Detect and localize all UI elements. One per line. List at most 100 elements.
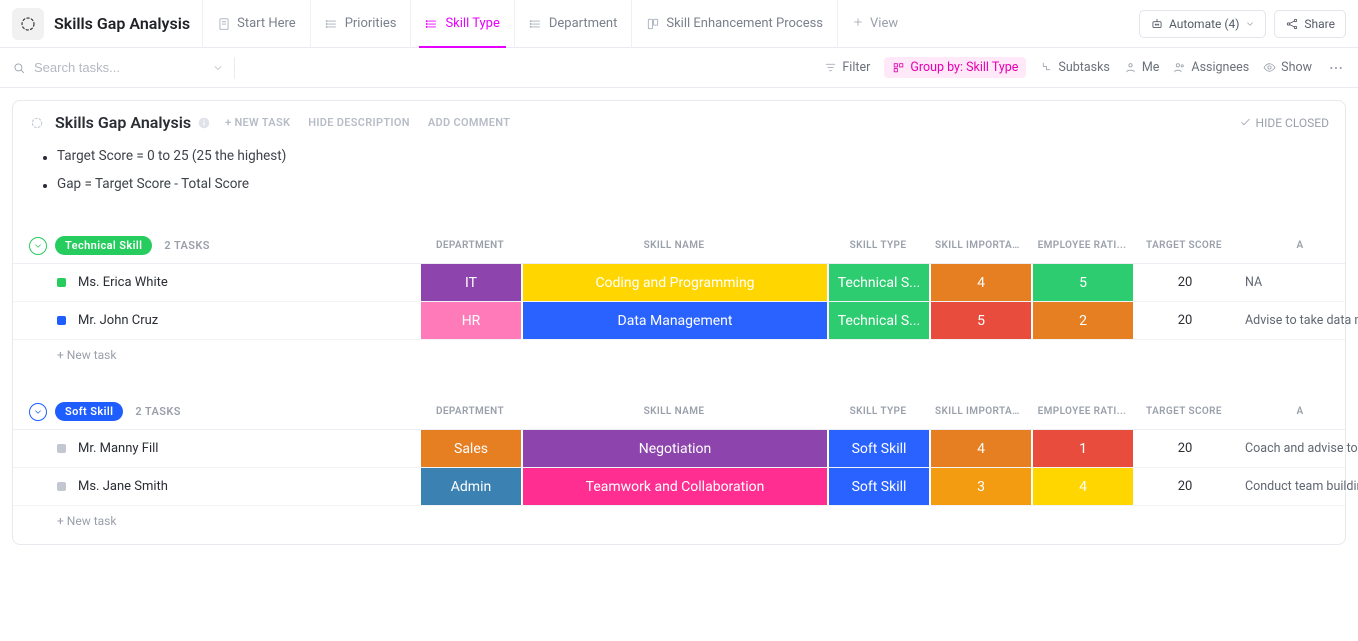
action-cell[interactable]: NA [1235, 264, 1358, 301]
column-header[interactable]: DEPARTMENT [419, 406, 521, 417]
target-score-cell[interactable]: 20 [1133, 468, 1235, 505]
importance-cell[interactable]: 5 [929, 302, 1031, 339]
tab-skill-type[interactable]: Skill Type [410, 0, 513, 48]
task-name-cell[interactable]: Mr. John Cruz [13, 302, 419, 339]
chevron-down-icon[interactable] [212, 62, 224, 74]
task-row[interactable]: Ms. Erica WhiteITCoding and ProgrammingT… [13, 264, 1345, 302]
skill-type-cell[interactable]: Technical S... [827, 302, 929, 339]
rating-cell[interactable]: 4 [1031, 468, 1133, 505]
task-name-cell[interactable]: Ms. Jane Smith [13, 468, 419, 505]
person-icon [1124, 61, 1137, 74]
importance-cell[interactable]: 3 [929, 468, 1031, 505]
task-name: Mr. Manny Fill [78, 441, 158, 456]
importance-cell[interactable]: 4 [929, 264, 1031, 301]
importance-cell[interactable]: 4 [929, 430, 1031, 467]
collapse-toggle[interactable] [29, 403, 47, 421]
department-cell[interactable]: IT [419, 264, 521, 301]
tab-enhancement-process[interactable]: Skill Enhancement Process [631, 0, 837, 48]
rating-cell[interactable]: 1 [1031, 430, 1133, 467]
action-cell[interactable]: Coach and advise to take [1235, 430, 1358, 467]
more-menu-button[interactable] [1326, 58, 1346, 78]
tab-department[interactable]: Department [514, 0, 632, 48]
group-badge[interactable]: Soft Skill [55, 402, 123, 421]
column-header[interactable]: DEPARTMENT [419, 240, 521, 251]
action-cell[interactable]: Advise to take data mana [1235, 302, 1358, 339]
status-icon[interactable] [57, 278, 66, 287]
tab-label: Skill Type [445, 16, 499, 31]
hide-description-button[interactable]: HIDE DESCRIPTION [308, 116, 410, 129]
department-cell[interactable]: HR [419, 302, 521, 339]
status-icon[interactable] [57, 482, 66, 491]
group-badge[interactable]: Technical Skill [55, 236, 152, 255]
assignees-label: Assignees [1191, 60, 1249, 75]
column-header[interactable]: SKILL NAME [521, 240, 827, 251]
status-circle-icon[interactable] [29, 115, 45, 131]
new-task-button[interactable]: + New task [13, 340, 1345, 374]
column-header[interactable]: EMPLOYEE RATI... [1031, 406, 1133, 417]
column-header[interactable]: A [1235, 240, 1358, 251]
add-view-button[interactable]: View [837, 0, 912, 48]
status-icon[interactable] [57, 444, 66, 453]
me-button[interactable]: Me [1124, 60, 1160, 75]
column-header[interactable]: SKILL TYPE [827, 406, 929, 417]
search-input[interactable] [32, 59, 212, 76]
view-tabs: Start Here Priorities Skill Type Departm… [202, 0, 912, 48]
doc-icon [217, 17, 231, 31]
action-cell[interactable]: Conduct team building ac [1235, 468, 1358, 505]
column-header[interactable]: SKILL TYPE [827, 240, 929, 251]
task-name-cell[interactable]: Ms. Erica White [13, 264, 419, 301]
share-button[interactable]: Share [1274, 10, 1346, 38]
tab-priorities[interactable]: Priorities [310, 0, 411, 48]
new-task-button[interactable]: + New task [13, 506, 1345, 540]
column-header[interactable]: SKILL NAME [521, 406, 827, 417]
department-cell[interactable]: Admin [419, 468, 521, 505]
skill-type-cell[interactable]: Soft Skill [827, 468, 929, 505]
status-icon[interactable] [57, 316, 66, 325]
skill-name-cell[interactable]: Negotiation [521, 430, 827, 467]
info-icon[interactable] [197, 116, 211, 130]
subtasks-button[interactable]: Subtasks [1040, 60, 1109, 75]
department-cell[interactable]: Sales [419, 430, 521, 467]
target-score-cell[interactable]: 20 [1133, 430, 1235, 467]
automate-count: (4) [1224, 17, 1239, 31]
skill-name-cell[interactable]: Coding and Programming [521, 264, 827, 301]
column-header[interactable]: A [1235, 406, 1358, 417]
group-by-button[interactable]: Group by: Skill Type [884, 57, 1026, 78]
column-header[interactable]: SKILL IMPORTAN... [929, 406, 1031, 417]
column-header[interactable]: EMPLOYEE RATI... [1031, 240, 1133, 251]
task-name-cell[interactable]: Mr. Manny Fill [13, 430, 419, 467]
list-settings-icon[interactable] [12, 8, 44, 40]
filter-button[interactable]: Filter [824, 60, 870, 75]
automate-button[interactable]: Automate (4) [1139, 10, 1266, 38]
task-row[interactable]: Mr. Manny Fill SalesNegotiationSoft Skill… [13, 430, 1345, 468]
plus-icon [852, 16, 864, 32]
show-button[interactable]: Show [1263, 60, 1312, 75]
hide-closed-toggle[interactable]: HIDE CLOSED [1239, 116, 1329, 130]
tab-label: Start Here [237, 16, 296, 31]
column-header[interactable]: TARGET SCORE [1133, 406, 1235, 417]
toolbar: Filter Group by: Skill Type Subtasks Me … [0, 48, 1358, 88]
chevron-down-icon [1245, 19, 1255, 29]
task-row[interactable]: Mr. John CruzHRData ManagementTechnical … [13, 302, 1345, 340]
target-score-cell[interactable]: 20 [1133, 302, 1235, 339]
assignees-button[interactable]: Assignees [1173, 60, 1249, 75]
search-wrap[interactable] [12, 59, 222, 76]
target-score-cell[interactable]: 20 [1133, 264, 1235, 301]
add-comment-button[interactable]: ADD COMMENT [428, 116, 510, 129]
skill-name-cell[interactable]: Teamwork and Collaboration [521, 468, 827, 505]
subtasks-label: Subtasks [1058, 60, 1109, 75]
tab-start-here[interactable]: Start Here [202, 0, 310, 48]
list-group-icon [425, 17, 439, 31]
column-header[interactable]: SKILL IMPORTAN... [929, 240, 1031, 251]
group-task-count: 2 TASKS [135, 405, 181, 418]
skill-name-cell[interactable]: Data Management [521, 302, 827, 339]
collapse-toggle[interactable] [29, 237, 47, 255]
skill-type-cell[interactable]: Technical S... [827, 264, 929, 301]
rating-cell[interactable]: 2 [1031, 302, 1133, 339]
share-icon [1285, 17, 1299, 31]
column-header[interactable]: TARGET SCORE [1133, 240, 1235, 251]
task-row[interactable]: Ms. Jane SmithAdminTeamwork and Collabor… [13, 468, 1345, 506]
skill-type-cell[interactable]: Soft Skill [827, 430, 929, 467]
rating-cell[interactable]: 5 [1031, 264, 1133, 301]
new-task-button[interactable]: + NEW TASK [225, 116, 290, 129]
